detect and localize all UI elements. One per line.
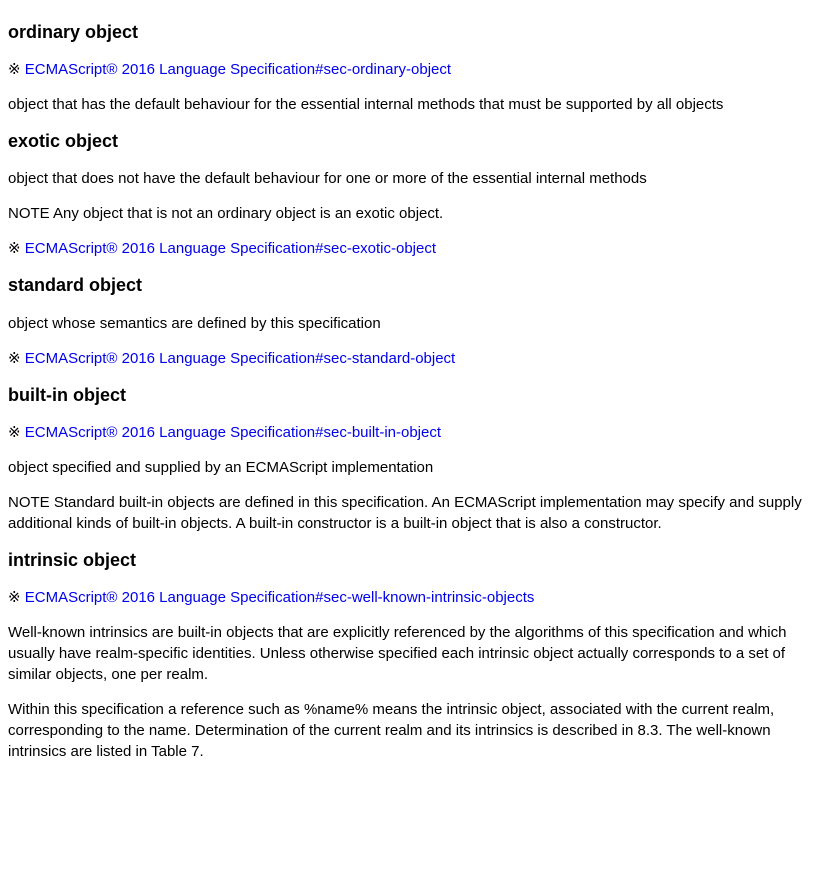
paragraph-text: Within this specification a reference su… bbox=[8, 699, 810, 762]
heading-built-in-object: built-in object bbox=[8, 383, 810, 408]
spec-link-intrinsic[interactable]: ECMAScript® 2016 Language Specification#… bbox=[25, 589, 535, 606]
note-text: NOTE Standard built-in objects are defin… bbox=[8, 492, 810, 534]
paragraph-text: Well-known intrinsics are built-in objec… bbox=[8, 622, 810, 685]
spec-link-standard[interactable]: ECMAScript® 2016 Language Specification#… bbox=[25, 350, 455, 367]
reference-line: ※ ECMAScript® 2016 Language Specificatio… bbox=[8, 587, 810, 608]
definition-text: object that does not have the default be… bbox=[8, 168, 810, 189]
reference-marker-icon: ※ bbox=[8, 589, 25, 606]
heading-standard-object: standard object bbox=[8, 273, 810, 298]
heading-exotic-object: exotic object bbox=[8, 129, 810, 154]
definition-text: object whose semantics are defined by th… bbox=[8, 313, 810, 334]
spec-link-builtin[interactable]: ECMAScript® 2016 Language Specification#… bbox=[25, 424, 441, 441]
heading-ordinary-object: ordinary object bbox=[8, 20, 810, 45]
heading-intrinsic-object: intrinsic object bbox=[8, 548, 810, 573]
spec-link-exotic[interactable]: ECMAScript® 2016 Language Specification#… bbox=[25, 240, 436, 257]
reference-line: ※ ECMAScript® 2016 Language Specificatio… bbox=[8, 238, 810, 259]
spec-link-ordinary[interactable]: ECMAScript® 2016 Language Specification#… bbox=[25, 61, 451, 78]
reference-line: ※ ECMAScript® 2016 Language Specificatio… bbox=[8, 422, 810, 443]
definition-text: object specified and supplied by an ECMA… bbox=[8, 457, 810, 478]
reference-line: ※ ECMAScript® 2016 Language Specificatio… bbox=[8, 348, 810, 369]
reference-marker-icon: ※ bbox=[8, 350, 25, 367]
reference-line: ※ ECMAScript® 2016 Language Specificatio… bbox=[8, 59, 810, 80]
reference-marker-icon: ※ bbox=[8, 61, 25, 78]
note-text: NOTE Any object that is not an ordinary … bbox=[8, 203, 810, 224]
reference-marker-icon: ※ bbox=[8, 424, 25, 441]
definition-text: object that has the default behaviour fo… bbox=[8, 94, 810, 115]
reference-marker-icon: ※ bbox=[8, 240, 25, 257]
